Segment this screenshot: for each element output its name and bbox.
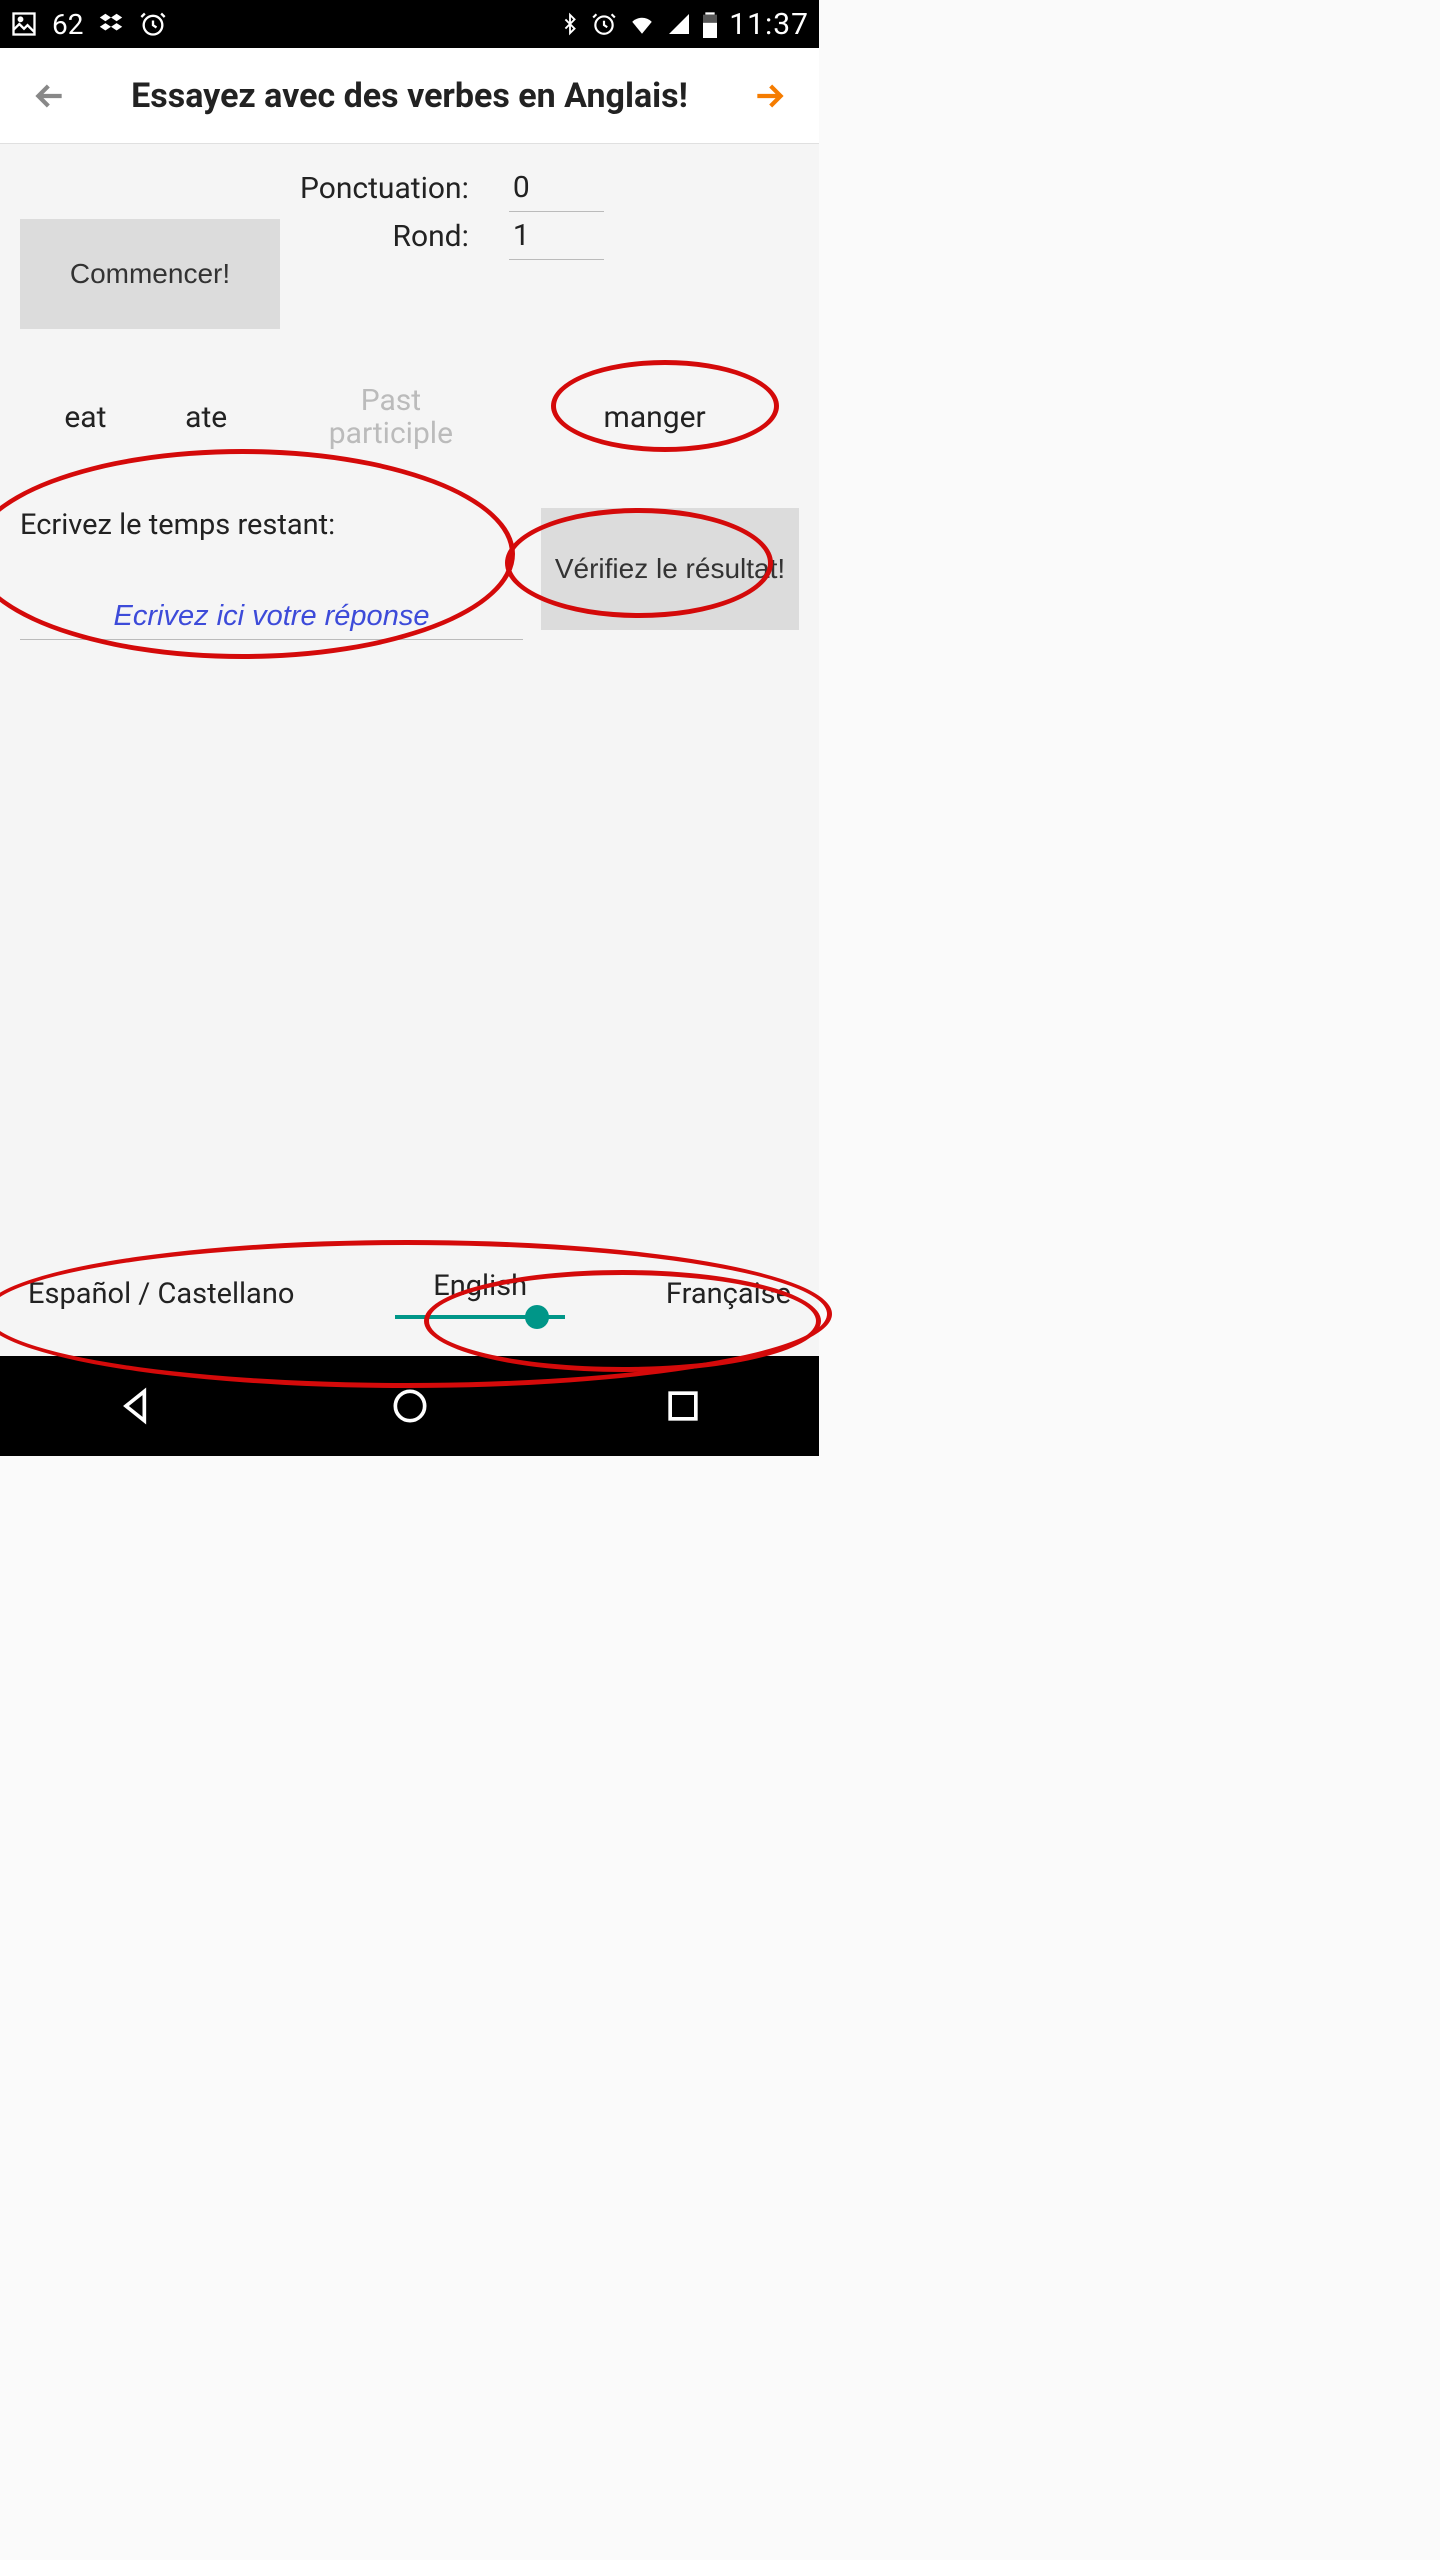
rond-label: Rond: <box>300 219 469 254</box>
answer-label: Ecrivez le temps restant: <box>20 508 523 542</box>
lang-french[interactable]: Française <box>666 1277 791 1311</box>
rond-value: 1 <box>509 212 604 260</box>
lang-center: English <box>395 1269 565 1319</box>
dropbox-icon <box>97 10 125 38</box>
signal-icon <box>667 12 691 36</box>
language-slider[interactable] <box>395 1315 565 1319</box>
verb-translation: manger <box>555 400 755 435</box>
status-left-icons: 62 <box>10 8 167 41</box>
answer-section: Ecrivez le temps restant: Vérifiez le ré… <box>15 508 804 640</box>
nav-home-icon[interactable] <box>388 1384 432 1428</box>
verb-participle: Past participle <box>306 384 476 450</box>
alarm-icon <box>139 10 167 38</box>
verbs-row: eat ate Past participle manger <box>15 384 804 450</box>
wifi-icon <box>627 11 657 37</box>
system-nav-bar <box>0 1356 819 1456</box>
alarm-status-icon <box>591 10 617 38</box>
status-right-icons: 11:37 <box>559 7 809 42</box>
score-section: Commencer! Ponctuation: 0 Rond: 1 <box>15 144 804 329</box>
main-content: Commencer! Ponctuation: 0 Rond: 1 eat at… <box>0 144 819 1356</box>
nav-back-icon[interactable] <box>115 1384 159 1428</box>
status-notif-count: 62 <box>52 8 83 41</box>
verb-base: eat <box>64 400 106 435</box>
app-bar: Essayez avec des verbes en Anglais! <box>0 48 819 144</box>
forward-arrow-icon[interactable] <box>749 76 789 116</box>
verb-past: ate <box>185 400 227 435</box>
app-title: Essayez avec des verbes en Anglais! <box>131 76 688 116</box>
commencer-button[interactable]: Commencer! <box>20 219 280 329</box>
status-bar: 62 11:37 <box>0 0 819 48</box>
ponctuation-label: Ponctuation: <box>300 171 469 206</box>
answer-left: Ecrivez le temps restant: <box>20 508 523 640</box>
battery-icon <box>701 10 719 38</box>
verify-button[interactable]: Vérifiez le résultat! <box>541 508 799 630</box>
language-section: Español / Castellano English Française <box>0 1231 819 1356</box>
lang-english[interactable]: English <box>395 1269 565 1303</box>
status-time: 11:37 <box>729 7 809 42</box>
nav-recent-icon[interactable] <box>661 1384 705 1428</box>
answer-input[interactable] <box>20 578 523 640</box>
slider-thumb-icon[interactable] <box>525 1305 549 1329</box>
bluetooth-icon <box>559 10 581 38</box>
score-grid: Ponctuation: 0 Rond: 1 <box>300 164 604 260</box>
picture-icon <box>10 10 38 38</box>
lang-spanish[interactable]: Español / Castellano <box>28 1277 294 1311</box>
ponctuation-value: 0 <box>509 164 604 212</box>
back-arrow-icon[interactable] <box>30 76 70 116</box>
